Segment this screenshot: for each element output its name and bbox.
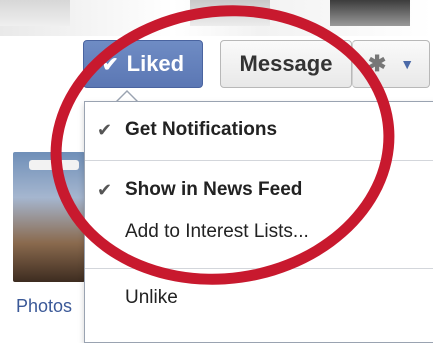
gear-icon: ✱ <box>367 51 387 76</box>
menu-item-add-to-interest-lists[interactable]: Add to Interest Lists... <box>85 212 433 252</box>
menu-divider <box>85 268 433 269</box>
settings-dropdown-button[interactable]: ✱ ▼ <box>352 40 430 88</box>
menu-item-label: Unlike <box>125 287 178 308</box>
message-button[interactable]: Message <box>220 40 352 88</box>
menu-divider <box>85 160 433 161</box>
menu-item-show-in-news-feed[interactable]: ✔ Show in News Feed <box>85 170 433 210</box>
liked-button[interactable]: ✔ Liked <box>83 40 203 88</box>
menu-item-get-notifications[interactable]: ✔ Get Notifications <box>85 110 433 150</box>
message-button-label: Message <box>239 51 333 76</box>
profile-photo-thumbnail[interactable] <box>13 152 85 282</box>
photos-link[interactable]: Photos <box>16 296 72 317</box>
chevron-down-icon: ▼ <box>400 56 415 72</box>
cover-photo-strip <box>0 0 433 36</box>
cover-photo-fragment <box>190 0 270 26</box>
menu-item-label: Show in News Feed <box>125 179 303 200</box>
menu-item-label: Add to Interest Lists... <box>125 221 309 242</box>
checkmark-icon: ✔ <box>97 179 113 200</box>
checkmark-icon: ✔ <box>97 119 113 140</box>
liked-button-label: Liked <box>126 51 185 76</box>
menu-item-label: Get Notifications <box>125 119 278 140</box>
liked-dropdown-menu: ✔ Get Notifications ✔ Show in News Feed … <box>84 101 433 343</box>
cover-photo-fragment <box>0 0 70 26</box>
menu-item-unlike[interactable]: Unlike <box>85 278 433 318</box>
checkmark-icon: ✔ <box>101 53 119 76</box>
cover-photo-fragment <box>330 0 410 26</box>
photo-tag <box>29 160 79 170</box>
